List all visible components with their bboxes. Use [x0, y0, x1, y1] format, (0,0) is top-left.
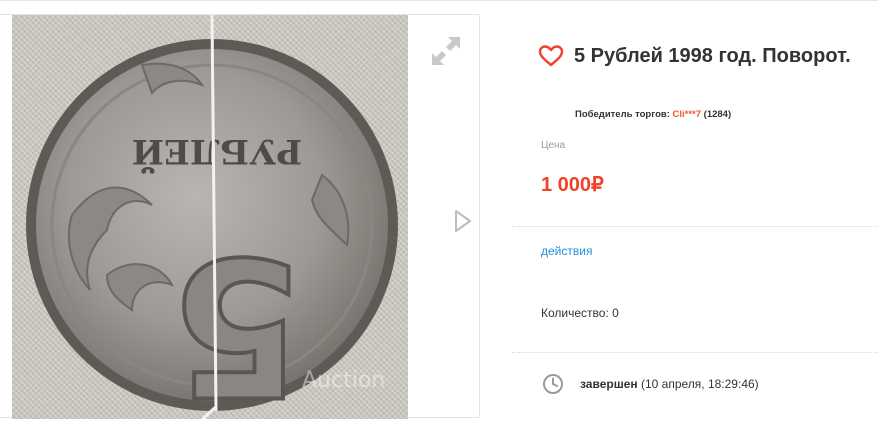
coin-image: РУБЛЕЙ 5 Auction	[26, 15, 398, 419]
title-row: 5 Рублей 1998 год. Поворот.	[538, 44, 851, 68]
clock-icon	[543, 374, 563, 394]
image-gallery: РУБЛЕЙ 5 Auction	[0, 14, 480, 419]
lot-info-panel: 5 Рублей 1998 год. Поворот. Победитель т…	[512, 14, 878, 418]
status-label: завершен	[580, 377, 638, 391]
divider	[512, 352, 878, 353]
expand-image-button[interactable]	[428, 33, 464, 69]
top-divider	[0, 0, 878, 1]
lot-title: 5 Рублей 1998 год. Поворот.	[574, 44, 851, 67]
actions-link[interactable]: действия	[541, 244, 592, 258]
quantity-text: Количество: 0	[541, 306, 619, 320]
price-label: Цена	[541, 140, 566, 151]
next-image-button[interactable]	[452, 207, 474, 235]
watermark: Auction	[302, 368, 385, 393]
heart-icon[interactable]	[538, 44, 564, 68]
status-row: завершен (10 апреля, 18:29:46)	[542, 373, 759, 395]
lot-photo[interactable]: РУБЛЕЙ 5 Auction	[12, 15, 408, 419]
auction-winner: Победитель торгов: Cli***7 (1284)	[575, 109, 731, 120]
divider	[512, 226, 878, 227]
auction-status: завершен (10 апреля, 18:29:46)	[580, 377, 759, 391]
expand-arrows-icon	[432, 37, 460, 65]
winner-user-link[interactable]: Cli***7	[673, 109, 702, 120]
triangle-right-icon	[455, 210, 471, 232]
winner-rating: (1284)	[703, 109, 732, 120]
coin-digit: 5	[171, 215, 303, 419]
price-value: 1 000₽	[541, 174, 604, 196]
winner-label: Победитель торгов:	[575, 109, 670, 120]
status-time: (10 апреля, 18:29:46)	[640, 377, 759, 391]
coin-legend: РУБЛЕЙ	[132, 131, 302, 174]
